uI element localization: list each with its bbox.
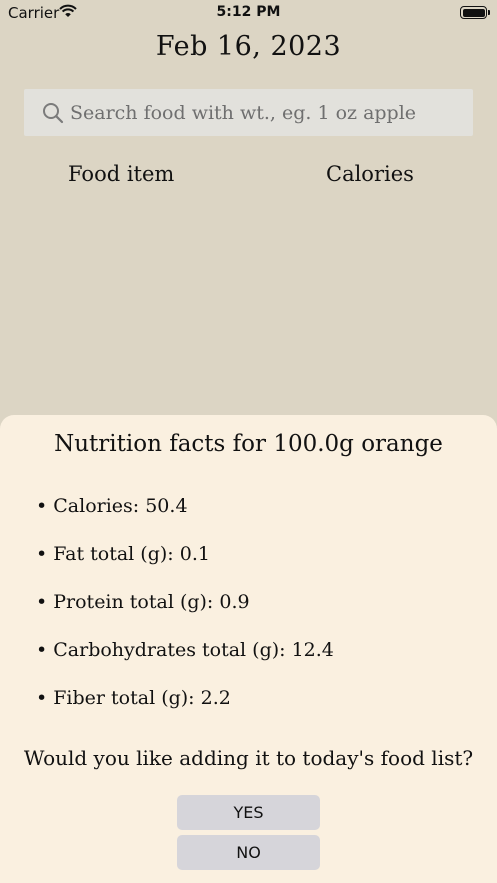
column-header-food-item: Food item [68, 162, 175, 186]
column-header-calories: Calories [326, 162, 414, 186]
fact-calories: • Calories: 50.4 [36, 495, 188, 517]
fact-protein: • Protein total (g): 0.9 [36, 591, 250, 613]
fact-fat: • Fat total (g): 0.1 [36, 543, 210, 565]
yes-button[interactable]: YES [177, 795, 320, 830]
sheet-title: Nutrition facts for 100.0g orange [54, 431, 443, 457]
fact-carbohydrates: • Carbohydrates total (g): 12.4 [36, 639, 334, 661]
battery-icon [460, 6, 490, 19]
nutrition-facts-list: • Calories: 50.4 • Fat total (g): 0.1 • … [36, 495, 334, 735]
nutrition-facts-sheet: Nutrition facts for 100.0g orange • Calo… [0, 415, 497, 883]
date-title: Feb 16, 2023 [155, 31, 342, 62]
fact-fiber: • Fiber total (g): 2.2 [36, 687, 231, 709]
add-question: Would you like adding it to today's food… [23, 746, 474, 770]
no-button[interactable]: NO [177, 835, 320, 870]
clock: 5:12 PM [216, 4, 281, 20]
search-bar[interactable] [24, 89, 473, 136]
search-input[interactable] [70, 89, 465, 136]
search-icon [43, 103, 64, 124]
status-bar: Carrier 5:12 PM [0, 0, 497, 26]
